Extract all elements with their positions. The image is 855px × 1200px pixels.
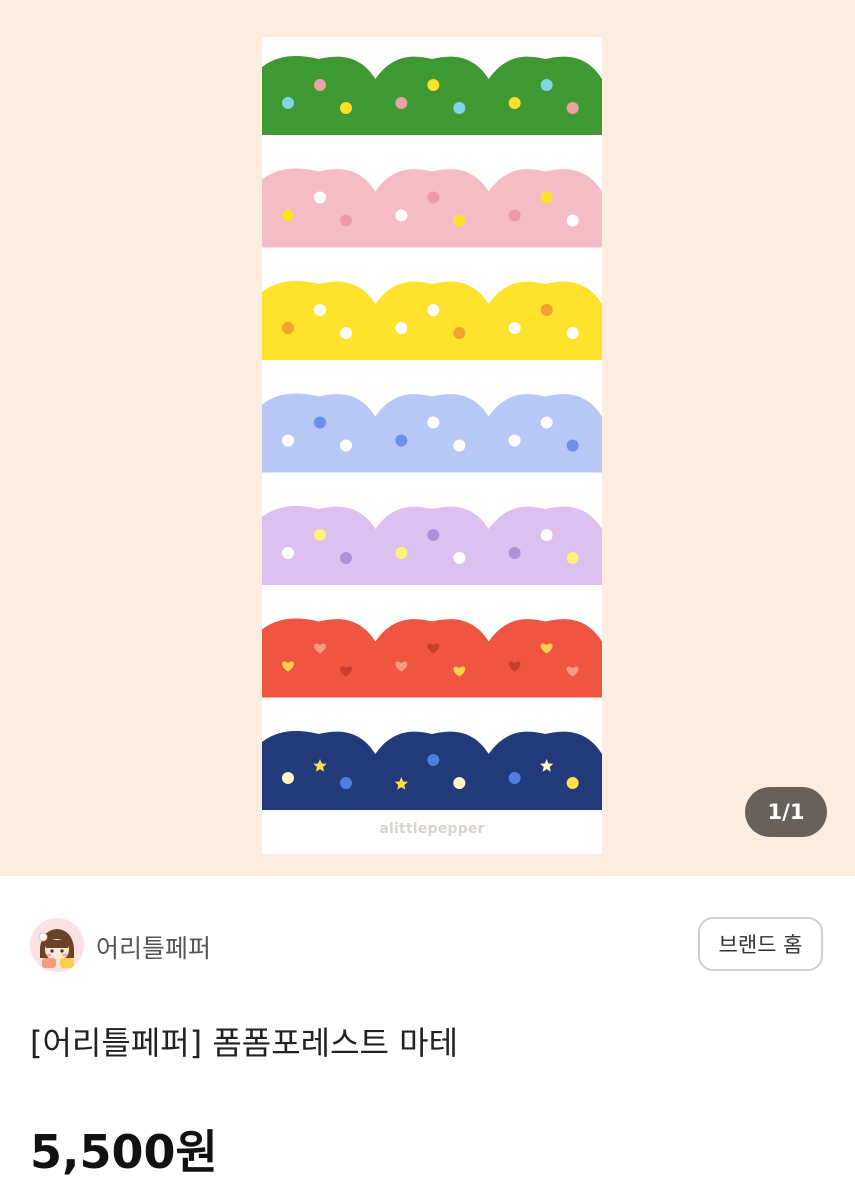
tape-strip xyxy=(262,506,602,585)
dot-mark xyxy=(340,777,352,789)
dot-mark xyxy=(566,214,579,227)
washi-tape-sheet xyxy=(262,56,602,810)
brand-avatar[interactable] xyxy=(30,918,84,972)
tape-strip xyxy=(262,731,602,810)
tape-band xyxy=(262,281,602,360)
dot-mark xyxy=(540,529,553,541)
product-price: 5,500원 xyxy=(30,1125,218,1179)
dot-mark xyxy=(282,547,294,559)
brand-row: 어리틀페퍼 브랜드 홈 xyxy=(30,917,827,973)
dot-mark xyxy=(340,327,352,339)
dot-mark xyxy=(395,322,408,334)
image-page-counter: 1/1 xyxy=(745,787,827,837)
dot-mark xyxy=(314,191,326,204)
dot-mark xyxy=(282,322,294,334)
tape-band xyxy=(262,56,602,135)
dot-mark xyxy=(395,547,408,559)
tape-band xyxy=(262,393,602,473)
dot-mark xyxy=(453,439,466,452)
dot-mark xyxy=(427,191,440,204)
dot-mark xyxy=(453,214,466,227)
dot-mark xyxy=(453,777,466,789)
dot-mark xyxy=(508,434,521,447)
dot-mark xyxy=(508,209,521,222)
dot-mark xyxy=(508,322,521,334)
dot-mark xyxy=(427,754,440,766)
tape-strip xyxy=(262,393,602,473)
dot-mark xyxy=(340,439,352,452)
dot-mark xyxy=(540,191,553,204)
dot-mark xyxy=(453,327,466,339)
dot-mark xyxy=(427,79,440,91)
product-title: [어리틀페퍼] 폼폼포레스트 마테 xyxy=(30,1024,459,1062)
dot-mark xyxy=(282,97,294,109)
product-image-carousel[interactable]: alittlepepper 1/1 xyxy=(0,0,855,876)
dot-mark xyxy=(314,304,326,316)
dot-mark xyxy=(566,439,579,452)
tape-strip xyxy=(262,56,602,135)
dot-mark xyxy=(540,79,553,91)
dot-mark xyxy=(314,79,326,91)
dot-mark xyxy=(566,777,579,789)
dot-mark xyxy=(508,97,521,109)
dot-mark xyxy=(566,327,579,339)
dot-mark xyxy=(395,97,408,109)
tape-strip xyxy=(262,618,602,698)
dot-mark xyxy=(282,209,294,222)
dot-mark xyxy=(340,214,352,227)
tape-band xyxy=(262,168,602,248)
dot-mark xyxy=(427,529,440,541)
dot-mark xyxy=(540,416,553,429)
brand-home-button[interactable]: 브랜드 홈 xyxy=(698,917,823,971)
product-image: alittlepepper xyxy=(262,37,602,854)
dot-mark xyxy=(314,529,326,541)
tape-strip xyxy=(262,281,602,360)
tape-band xyxy=(262,618,602,698)
dot-mark xyxy=(340,102,352,114)
dot-mark xyxy=(282,434,294,447)
dot-mark xyxy=(566,102,579,114)
brand-avatar-icon xyxy=(30,918,84,972)
dot-mark xyxy=(314,416,326,429)
dot-mark xyxy=(427,304,440,316)
tape-band xyxy=(262,731,602,810)
sheet-brand-watermark: alittlepepper xyxy=(379,821,485,837)
dot-mark xyxy=(540,304,553,316)
tape-strip xyxy=(262,168,602,248)
dot-mark xyxy=(395,434,408,447)
dot-mark xyxy=(566,552,579,564)
dot-mark xyxy=(427,416,440,429)
dot-mark xyxy=(282,772,294,784)
brand-name[interactable]: 어리틀페퍼 xyxy=(96,929,211,965)
tape-band xyxy=(262,506,602,585)
dot-mark xyxy=(508,547,521,559)
dot-mark xyxy=(395,209,408,222)
dot-mark xyxy=(508,772,521,784)
dot-mark xyxy=(340,552,352,564)
dot-mark xyxy=(453,552,466,564)
dot-mark xyxy=(453,102,466,114)
